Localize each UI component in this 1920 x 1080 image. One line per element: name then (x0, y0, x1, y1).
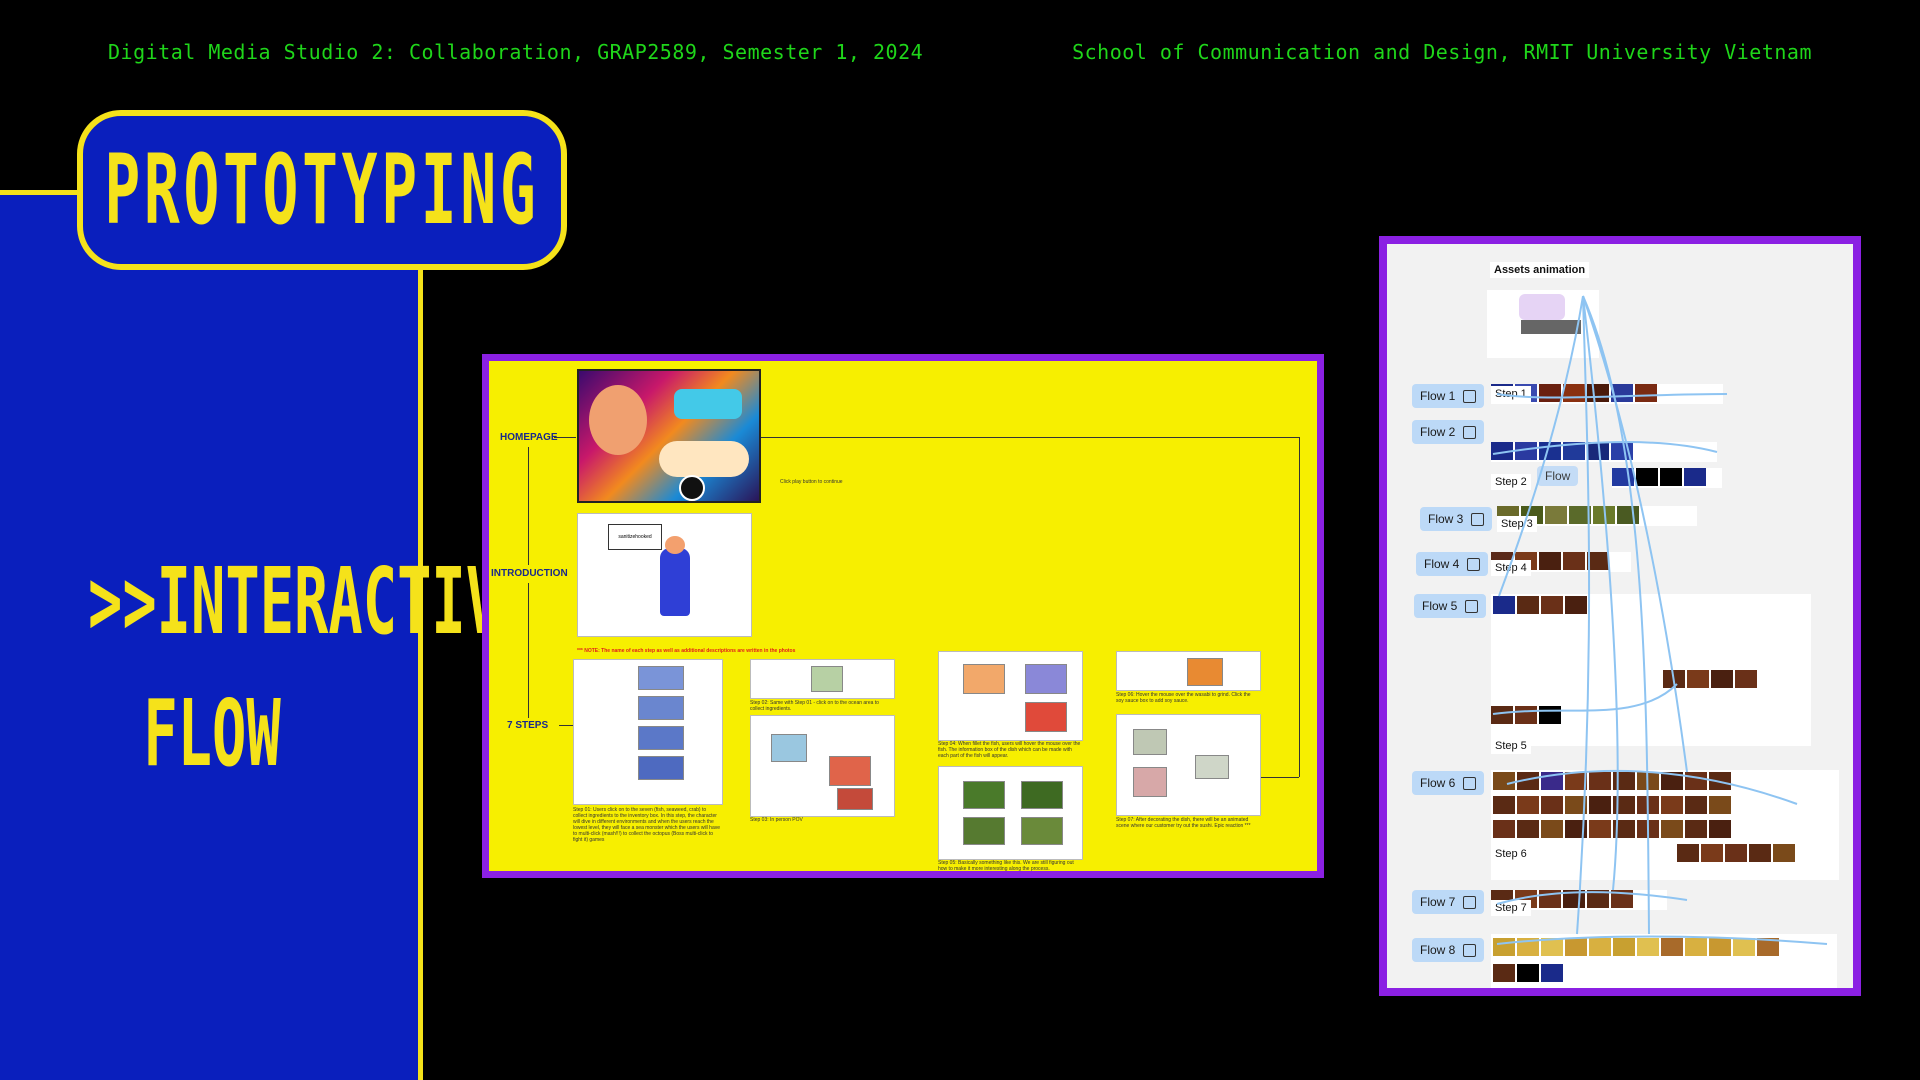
step-7-card (1116, 714, 1261, 816)
play-button-icon[interactable] (679, 475, 705, 501)
step-7-frame (1133, 767, 1167, 797)
school-header: School of Communication and Design, RMIT… (1072, 40, 1812, 64)
course-header: Digital Media Studio 2: Collaboration, G… (108, 40, 924, 64)
step-2-caption: Step 02: Same with Step 01 - click on to… (750, 700, 879, 712)
step-4-frame (1025, 664, 1067, 694)
flow-connector (528, 447, 529, 565)
step-3-frame (829, 756, 871, 786)
flow-connector (554, 437, 576, 438)
logo-badge (674, 389, 742, 419)
step-1-frame (638, 696, 684, 720)
step-5-frame (963, 781, 1005, 809)
step-6-card (1116, 651, 1261, 691)
flow-connections (1492, 295, 1828, 945)
flow-arrow (1492, 441, 1718, 455)
homepage-artwork (577, 369, 761, 503)
character-face (589, 385, 647, 455)
flow-arrow (1492, 683, 1678, 715)
flow-arrow (1496, 935, 1828, 945)
title-badge: PROTOTYPING (77, 110, 567, 270)
step-3-card (750, 715, 895, 817)
flow-arrow (1496, 393, 1728, 399)
step-2-frame (811, 666, 843, 692)
loop-connector (1299, 437, 1300, 777)
label-introduction: INTRODUCTION (491, 568, 568, 579)
step-1-caption: Step 01: Users click on to the seven (fi… (573, 807, 721, 843)
step-7-frame (1195, 755, 1229, 779)
step-4-card (938, 651, 1083, 741)
step-1-frame (638, 726, 684, 750)
step-6-frame (1187, 658, 1223, 686)
sushi-plate (659, 441, 749, 477)
label-homepage: HOMEPAGE (500, 432, 558, 443)
step-3-frame (771, 734, 807, 762)
step-5-frame (963, 817, 1005, 845)
step-5-frame (1021, 817, 1063, 845)
subtitle-line-2: FLOW (143, 680, 281, 787)
flow-arrow (1576, 295, 1591, 935)
step-1-card (573, 659, 723, 805)
loop-connector (756, 437, 1299, 438)
label-steps: 7 STEPS (507, 720, 549, 731)
step-4-caption: Step 04: When fillet the fish, users wil… (938, 741, 1081, 759)
chef-character (660, 548, 690, 616)
step-1-frame (638, 756, 684, 780)
prototype-board: HOMEPAGE INTRODUCTION 7 STEPS Click play… (482, 354, 1324, 878)
play-note: Click play button to continue (780, 479, 843, 485)
step-5-frame (1021, 781, 1063, 809)
speech-bubble: sanitizehooked (608, 524, 662, 550)
step-4-frame (1025, 702, 1067, 732)
step-6-caption: Step 06: Hover the mouse over the wasabi… (1116, 692, 1251, 704)
accent-line (0, 190, 82, 195)
loop-connector (1257, 777, 1299, 778)
flow-arrow (1498, 295, 1584, 597)
flow-board: Assets animation Flow 1 Flow 2 Flow 3 Fl… (1379, 236, 1861, 996)
step-4-frame (963, 664, 1005, 694)
red-note: *** NOTE: The name of each step as well … (577, 648, 796, 654)
step-7-frame (1133, 729, 1167, 755)
subtitle-line-1: >>INTERACTIVE (88, 548, 535, 655)
step-5-caption: Step 05: Basically something like this. … (938, 860, 1074, 872)
flow-arrow (1506, 769, 1798, 805)
step-1-frame (638, 666, 684, 690)
step-7-caption: Step 07: After decorating the dish, ther… (1116, 817, 1251, 829)
step-5-card (938, 766, 1083, 860)
flow-connector (528, 583, 529, 718)
step-3-caption: Step 03: In person POV (750, 817, 803, 823)
chef-head (665, 536, 685, 554)
page-title: PROTOTYPING (104, 134, 540, 246)
flow-arrow (1496, 891, 1688, 905)
step-2-card (750, 659, 895, 699)
introduction-card: sanitizehooked (577, 513, 752, 637)
step-3-frame (837, 788, 873, 810)
